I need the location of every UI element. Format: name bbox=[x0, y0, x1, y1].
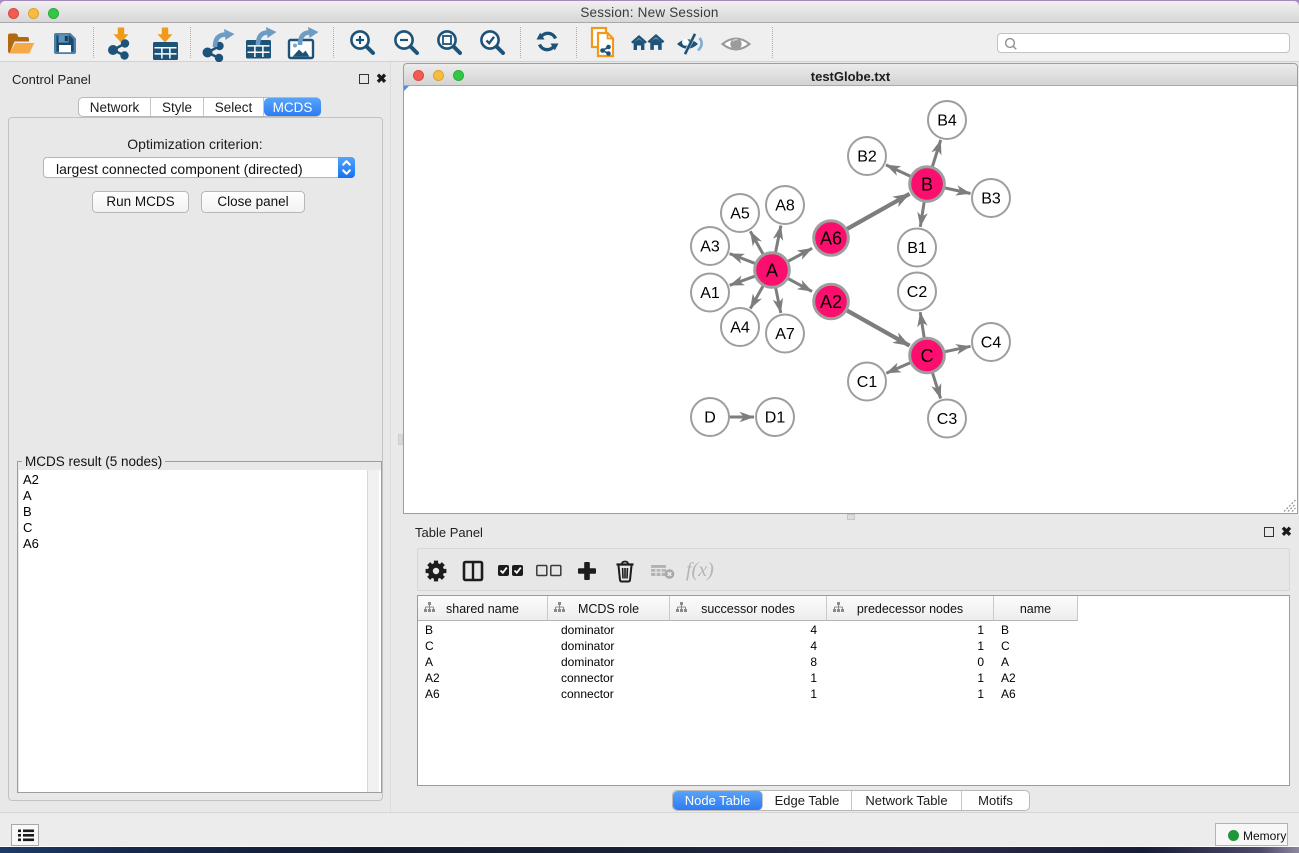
svg-text:D: D bbox=[704, 410, 716, 427]
svg-text:C2: C2 bbox=[907, 284, 928, 301]
svg-text:A1: A1 bbox=[700, 285, 720, 302]
svg-text:C: C bbox=[921, 346, 934, 366]
svg-text:A8: A8 bbox=[775, 198, 795, 215]
svg-text:A3: A3 bbox=[700, 239, 720, 256]
svg-text:B4: B4 bbox=[937, 113, 957, 130]
svg-text:B3: B3 bbox=[981, 191, 1001, 208]
svg-text:A: A bbox=[766, 260, 778, 280]
svg-text:A5: A5 bbox=[730, 206, 750, 223]
svg-text:C4: C4 bbox=[981, 335, 1002, 352]
svg-text:B: B bbox=[921, 174, 933, 194]
svg-text:C3: C3 bbox=[937, 411, 958, 428]
svg-text:A2: A2 bbox=[820, 292, 842, 312]
svg-text:B1: B1 bbox=[907, 240, 927, 257]
svg-text:D1: D1 bbox=[765, 410, 786, 427]
svg-text:C1: C1 bbox=[857, 374, 878, 391]
svg-text:B2: B2 bbox=[857, 149, 877, 166]
svg-text:A7: A7 bbox=[775, 326, 795, 343]
svg-text:A4: A4 bbox=[730, 320, 750, 337]
svg-text:A6: A6 bbox=[820, 228, 842, 248]
